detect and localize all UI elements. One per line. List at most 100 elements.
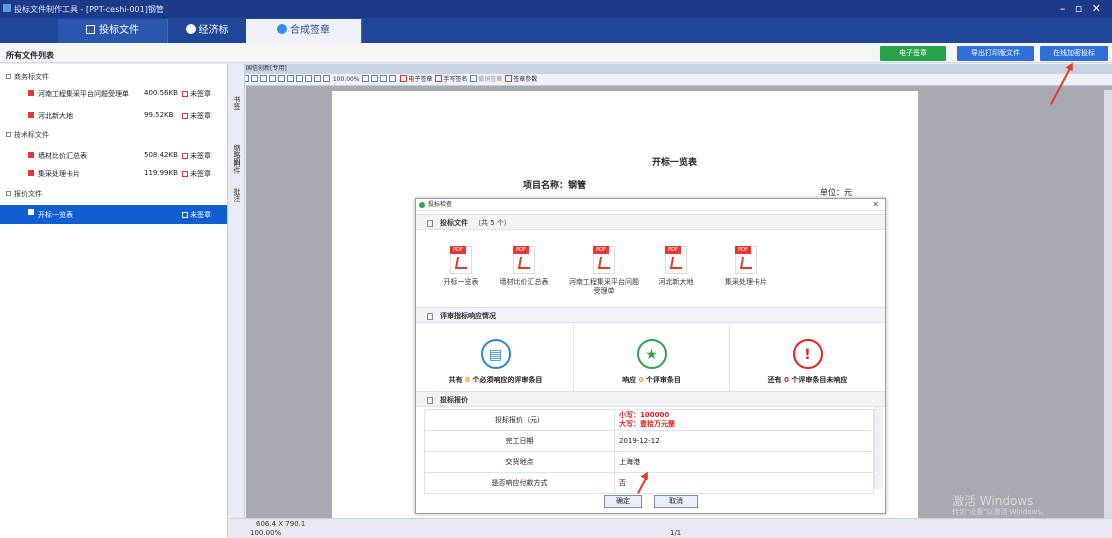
- dialog-title: 投标检查: [428, 201, 453, 208]
- side-tab-thumbnails[interactable]: 缩略图: [232, 124, 242, 184]
- pdf-icon: PDF: [735, 246, 757, 274]
- file-row[interactable]: 河南工程集采平台问题受理单 400.56KB 未签章: [0, 86, 227, 102]
- status-bar: 606.4 X 790.1 100.00% 1/1: [230, 518, 1112, 538]
- pdf-file-item[interactable]: PDF 墙材比价汇总表: [489, 246, 559, 287]
- pdf-icon: PDF: [450, 246, 472, 274]
- sign-params-tool[interactable]: 签章参数: [513, 76, 537, 83]
- cancel-button[interactable]: 取消: [654, 495, 698, 508]
- pdf-icon: [28, 170, 34, 176]
- pdf-file-item[interactable]: PDF 河南工程集采平台问题受理单: [569, 246, 639, 296]
- circle-icon: [185, 24, 196, 34]
- esign-button[interactable]: 电子签章: [880, 46, 946, 61]
- tab-label: 经济标: [198, 25, 229, 36]
- hand-icon[interactable]: [268, 75, 276, 82]
- export-print-button[interactable]: 导出打印版文件: [957, 46, 1034, 61]
- viewer-scrollbar[interactable]: [1104, 90, 1112, 518]
- pdf-icon: [28, 209, 34, 215]
- viewer-side-tabs: 书签 缩略图 附件 批注: [229, 64, 245, 538]
- esign-icon[interactable]: [400, 75, 408, 82]
- fit-page-icon[interactable]: [304, 75, 312, 82]
- side-tab-bookmarks[interactable]: 书签: [232, 96, 242, 110]
- tab-label: 投标文件: [99, 25, 139, 36]
- document-title: 开标一览表: [652, 158, 698, 168]
- status-badge: 未签章: [182, 89, 211, 99]
- zoom-in-icon[interactable]: [362, 75, 370, 82]
- bid-check-dialog: 投标检查 ✕ 投标文件 （共 5 个） PDF 开标一览表 PDF 墙材比价汇总表 PD…: [415, 198, 886, 514]
- undo-sign-tool[interactable]: 撤销签章: [478, 76, 502, 83]
- section-bid-files: 投标文件 （共 5 个）: [416, 214, 885, 230]
- side-tab-annotations[interactable]: 批注: [232, 188, 242, 202]
- tab-economic[interactable]: 经济标: [168, 19, 246, 43]
- status-badge: 未签章: [182, 111, 211, 121]
- app-icon: [3, 4, 11, 12]
- status-zoom[interactable]: 100.00%: [250, 529, 281, 537]
- side-tab-attachments[interactable]: 附件: [232, 160, 242, 174]
- sign-params-icon[interactable]: [505, 75, 513, 82]
- select-icon[interactable]: [277, 75, 285, 82]
- edit-icon: [86, 25, 95, 34]
- window-controls[interactable]: – ▫ ✕: [1060, 2, 1104, 15]
- pdf-icon: PDF: [665, 246, 687, 274]
- status-badge: 未签章: [182, 169, 211, 179]
- dialog-header: 投标检查 ✕: [416, 199, 885, 211]
- pdf-icon: PDF: [593, 246, 615, 274]
- file-row[interactable]: 河北新大地 99.52KB 未签章: [0, 108, 227, 124]
- page-size: 606.4 X 790.1: [256, 520, 306, 528]
- group-quote[interactable]: 报价文件: [6, 189, 42, 199]
- tab-sign[interactable]: 合成签章: [246, 19, 362, 43]
- check-icon: [277, 24, 287, 34]
- viewer-title: 国信创新[专用]: [230, 64, 1112, 74]
- main-tabs: 投标文件 经济标 合成签章: [0, 18, 1112, 43]
- activation-hint: 转到"设置"以激活 Windows。: [952, 508, 1048, 516]
- first-page-icon[interactable]: [286, 75, 294, 82]
- document-icon: [427, 397, 433, 404]
- file-row-selected[interactable]: 开标一览表 未签章: [0, 205, 227, 224]
- tab-bid-files[interactable]: 投标文件: [58, 19, 168, 43]
- pdf-file-item[interactable]: PDF 集采处理卡片: [711, 246, 781, 287]
- section-evaluation: 评审指标响应情况: [416, 307, 885, 323]
- bookmark-icon[interactable]: [389, 75, 397, 82]
- handwrite-icon[interactable]: [435, 75, 443, 82]
- file-row[interactable]: 集采处理卡片 119.99KB 未签章: [0, 166, 227, 182]
- zoom-level[interactable]: 100.00%: [333, 76, 360, 83]
- close-icon[interactable]: ✕: [872, 199, 879, 211]
- stat-required: ▤ 共有 0 个必须响应的评审条目: [418, 333, 573, 393]
- bookmark-star-icon: ★: [636, 339, 667, 369]
- handwrite-tool[interactable]: 手写签名: [443, 76, 467, 83]
- file-row[interactable]: 墙材比价汇总表 508.42KB 未签章: [0, 148, 227, 164]
- pdf-file-item[interactable]: PDF 开标一览表: [426, 246, 496, 287]
- undo-sign-icon[interactable]: [470, 75, 478, 82]
- document-icon: [427, 313, 433, 320]
- pdf-icon: [28, 112, 34, 118]
- search-icon[interactable]: [380, 75, 388, 82]
- section-quote: 投标报价: [416, 391, 885, 407]
- table-row: 交货地点 上海港: [424, 451, 874, 473]
- ok-button[interactable]: 确定: [604, 495, 642, 508]
- print-icon[interactable]: [250, 75, 258, 82]
- document-project: 项目名称：钢管: [523, 181, 587, 191]
- online-encrypt-button[interactable]: 在线加密投标: [1040, 46, 1108, 61]
- file-list-panel: 商务标文件 河南工程集采平台问题受理单 400.56KB 未签章 河北新大地 99.5…: [0, 64, 228, 538]
- group-business[interactable]: 商务标文件: [6, 72, 49, 82]
- group-technical[interactable]: 技术标文件: [6, 130, 49, 140]
- find-icon[interactable]: [259, 75, 267, 82]
- pdf-icon: [28, 90, 34, 96]
- rotate-icon[interactable]: [371, 75, 379, 82]
- file-list-title: 所有文件列表: [6, 51, 54, 60]
- next-page-icon[interactable]: [295, 75, 303, 82]
- stat-unresponded: ! 还有 0 个评审条目未响应: [730, 333, 885, 393]
- tab-label: 合成签章: [290, 25, 330, 36]
- pdf-file-item[interactable]: PDF 河北新大地: [641, 246, 711, 287]
- dialog-scrollbar[interactable]: [874, 407, 883, 489]
- page-indicator[interactable]: 1/1: [670, 529, 681, 537]
- esign-tool[interactable]: 电子签章: [408, 76, 432, 83]
- pdf-icon: PDF: [513, 246, 535, 274]
- zoom-out-icon[interactable]: [322, 75, 330, 82]
- table-row: 投标报价（元） 小写：100000 大写：壹拾万元整: [424, 409, 874, 431]
- status-badge: 未签章: [182, 210, 211, 220]
- table-row: 完工日期 2019-12-12: [424, 430, 874, 452]
- status-badge: 未签章: [182, 151, 211, 161]
- document-icon: ▤: [480, 339, 511, 369]
- warning-icon: !: [792, 339, 823, 369]
- fit-width-icon[interactable]: [313, 75, 321, 82]
